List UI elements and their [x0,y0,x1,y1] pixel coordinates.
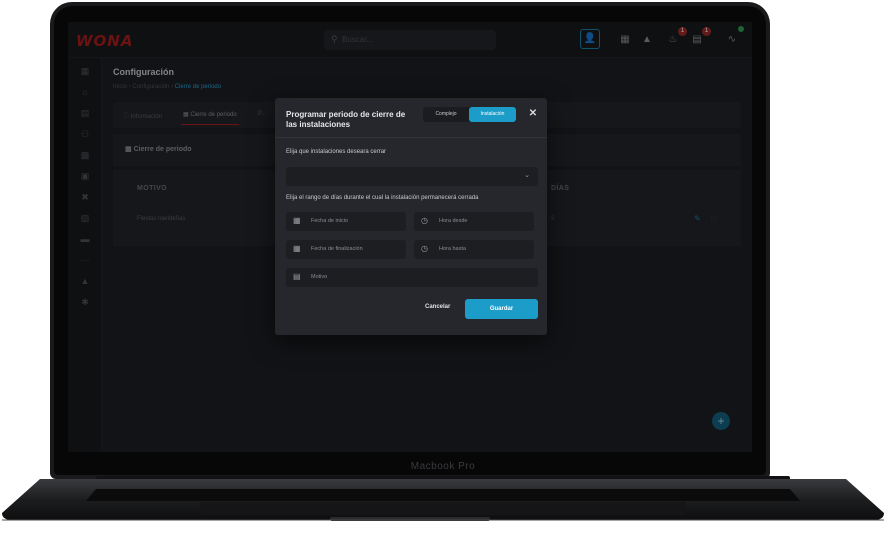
screen: WONA ⚲ Buscar... 👤 ▦ ▲ ♨ 1 ▤ 1 ∿ ▦ ⌂ ▤ ⚇… [68,22,752,452]
laptop-mockup: WONA ⚲ Buscar... 👤 ▦ ▲ ♨ 1 ▤ 1 ∿ ▦ ⌂ ▤ ⚇… [0,0,886,535]
comment-icon: ▤ [293,272,301,281]
clock-icon: ◷ [421,216,428,225]
calendar-icon: ▦ [293,244,301,253]
reason-field[interactable]: ▤ Motivo [286,268,538,287]
chevron-down-icon: ⌄ [524,172,530,179]
cancel-button[interactable]: Cancelar [425,304,450,310]
laptop-base [2,479,884,521]
device-brand-label: Macbook Pro [410,461,476,472]
time-from-placeholder: Hora desde [439,218,468,224]
time-from-field[interactable]: ◷ Hora desde [414,212,534,231]
clock-icon: ◷ [421,244,428,253]
save-button[interactable]: Guardar [465,299,538,319]
close-icon[interactable]: ✕ [526,107,540,121]
end-date-field[interactable]: ▦ Fecha de finalización [286,240,406,259]
time-to-field[interactable]: ◷ Hora hasta [414,240,534,259]
closure-modal: Programar periodo de cierre de las insta… [275,98,547,335]
option-instalacion[interactable]: Instalación [469,107,516,122]
select-label: Elija que instalaciones deseara cerrar [286,149,387,155]
start-date-placeholder: Fecha de inicio [311,218,348,224]
modal-title: Programar periodo de cierre de las insta… [286,110,406,129]
option-complejo[interactable]: Complejo [423,107,469,122]
modal-divider [275,137,547,138]
time-to-placeholder: Hora hasta [439,246,466,252]
end-date-placeholder: Fecha de finalización [311,246,363,252]
calendar-icon: ▦ [293,216,301,225]
start-date-field[interactable]: ▦ Fecha de inicio [286,212,406,231]
installations-select[interactable]: ⌄ [286,167,538,186]
range-label: Elija el rango de días durante el cual l… [286,195,479,201]
reason-placeholder: Motivo [311,274,328,280]
scope-toggle: Complejo Instalación [423,107,516,122]
